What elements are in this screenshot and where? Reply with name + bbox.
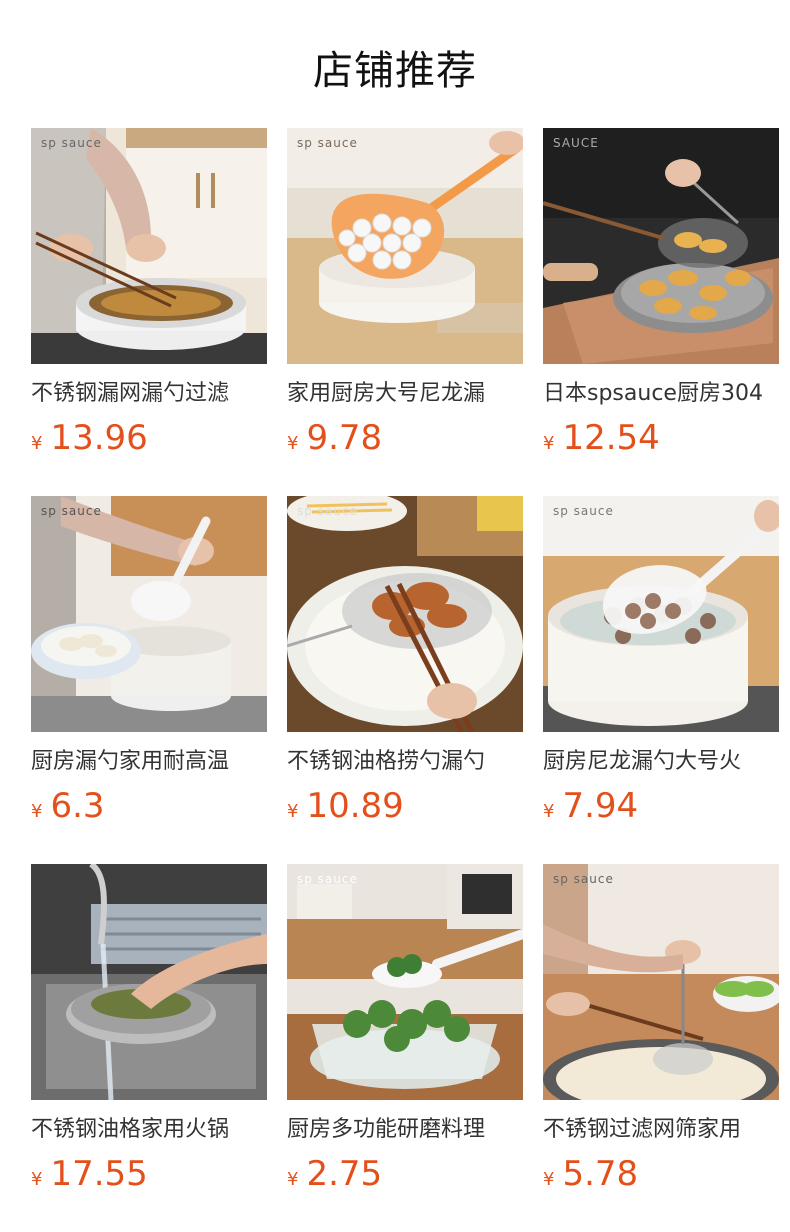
brand-watermark: sp sauce bbox=[553, 504, 614, 518]
currency-symbol: ¥ bbox=[543, 1169, 555, 1190]
currency-symbol: ¥ bbox=[287, 1169, 299, 1190]
product-price: ¥ 13.96 bbox=[31, 418, 267, 458]
product-price: ¥ 5.78 bbox=[543, 1154, 779, 1194]
product-name[interactable]: 不锈钢过滤网筛家用 bbox=[543, 1116, 779, 1144]
product-price: ¥ 2.75 bbox=[287, 1154, 523, 1194]
product-card[interactable]: sp sauce 厨房多功能研磨料理 ¥ 2.75 bbox=[287, 864, 523, 1194]
price-amount: 13.96 bbox=[50, 418, 148, 458]
product-image[interactable]: sp sauce bbox=[543, 496, 779, 732]
brand-watermark: sp sauce bbox=[553, 872, 614, 886]
brand-watermark: sp sauce bbox=[297, 872, 358, 886]
product-image[interactable]: sp sauce bbox=[287, 496, 523, 732]
price-amount: 5.78 bbox=[562, 1154, 639, 1194]
product-name[interactable]: 家用厨房大号尼龙漏 bbox=[287, 380, 523, 408]
brand-watermark: sp sauce bbox=[41, 504, 102, 518]
product-name[interactable]: 不锈钢漏网漏勺过滤 bbox=[31, 380, 267, 408]
currency-symbol: ¥ bbox=[543, 801, 555, 822]
brand-watermark: SAUCE bbox=[553, 136, 599, 150]
section-title: 店铺推荐 bbox=[313, 48, 477, 94]
product-price: ¥ 10.89 bbox=[287, 786, 523, 826]
product-card[interactable]: sp sauce 不锈钢漏网漏勺过滤 ¥ 13.96 bbox=[31, 128, 267, 458]
price-amount: 10.89 bbox=[306, 786, 404, 826]
product-name[interactable]: 不锈钢油格捞勺漏勺 bbox=[287, 748, 523, 776]
product-image[interactable]: sp sauce bbox=[287, 864, 523, 1100]
product-card[interactable]: sp sauce 不锈钢过滤网筛家用 ¥ 5.78 bbox=[543, 864, 779, 1194]
price-amount: 6.3 bbox=[50, 786, 105, 826]
product-image[interactable]: sp sauce bbox=[287, 128, 523, 364]
currency-symbol: ¥ bbox=[31, 433, 43, 454]
product-price: ¥ 12.54 bbox=[543, 418, 779, 458]
product-card[interactable]: sp sauce 不锈钢油格捞勺漏勺 ¥ 10.89 bbox=[287, 496, 523, 826]
product-card[interactable]: sp sauce 厨房漏勺家用耐高温 ¥ 6.3 bbox=[31, 496, 267, 826]
product-price: ¥ 7.94 bbox=[543, 786, 779, 826]
product-price: ¥ 17.55 bbox=[31, 1154, 267, 1194]
product-card[interactable]: sp sauce 厨房尼龙漏勺大号火 ¥ 7.94 bbox=[543, 496, 779, 826]
product-image[interactable]: sp sauce bbox=[543, 864, 779, 1100]
product-name[interactable]: 日本spsauce厨房304 bbox=[543, 380, 779, 408]
product-name[interactable]: 厨房尼龙漏勺大号火 bbox=[543, 748, 779, 776]
brand-watermark: sp sauce bbox=[41, 136, 102, 150]
product-card[interactable]: 不锈钢油格家用火锅 ¥ 17.55 bbox=[31, 864, 267, 1194]
price-amount: 17.55 bbox=[50, 1154, 148, 1194]
product-price: ¥ 6.3 bbox=[31, 786, 267, 826]
brand-watermark: sp sauce bbox=[297, 504, 358, 518]
product-image[interactable]: SAUCE bbox=[543, 128, 779, 364]
brand-watermark: sp sauce bbox=[297, 136, 358, 150]
currency-symbol: ¥ bbox=[31, 1169, 43, 1190]
currency-symbol: ¥ bbox=[287, 801, 299, 822]
product-card[interactable]: SAUCE 日本spsauce厨房304 ¥ 12.54 bbox=[543, 128, 779, 458]
price-amount: 2.75 bbox=[306, 1154, 383, 1194]
price-amount: 9.78 bbox=[306, 418, 383, 458]
product-name[interactable]: 厨房漏勺家用耐高温 bbox=[31, 748, 267, 776]
product-image[interactable]: sp sauce bbox=[31, 496, 267, 732]
currency-symbol: ¥ bbox=[543, 433, 555, 454]
product-name[interactable]: 不锈钢油格家用火锅 bbox=[31, 1116, 267, 1144]
product-name[interactable]: 厨房多功能研磨料理 bbox=[287, 1116, 523, 1144]
product-card[interactable]: sp sauce 家用厨房大号尼龙漏 ¥ 9.78 bbox=[287, 128, 523, 458]
price-amount: 7.94 bbox=[562, 786, 639, 826]
product-price: ¥ 9.78 bbox=[287, 418, 523, 458]
product-image[interactable]: sp sauce bbox=[31, 128, 267, 364]
product-image[interactable] bbox=[31, 864, 267, 1100]
currency-symbol: ¥ bbox=[287, 433, 299, 454]
currency-symbol: ¥ bbox=[31, 801, 43, 822]
price-amount: 12.54 bbox=[562, 418, 660, 458]
